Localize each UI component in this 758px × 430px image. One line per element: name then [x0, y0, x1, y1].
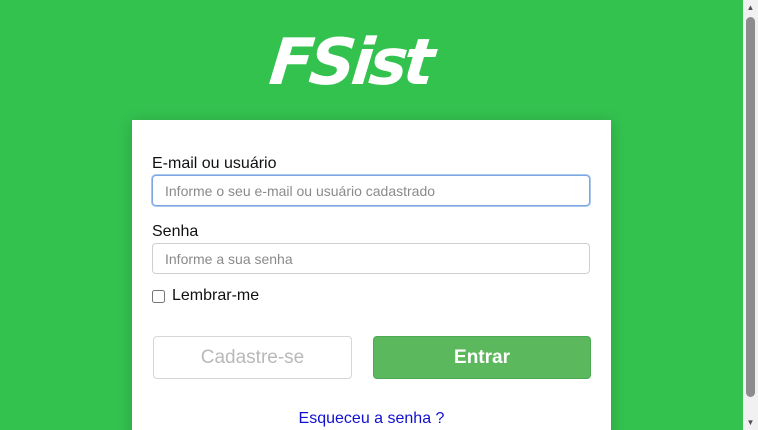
forgot-password-link[interactable]: Esqueceu a senha ? [132, 410, 611, 428]
password-label: Senha [152, 223, 199, 240]
fsist-logo: FSist [266, 26, 435, 100]
remember-label: Lembrar-me [172, 287, 260, 304]
email-label: E-mail ou usuário [152, 155, 277, 172]
triangle-down-icon[interactable]: ▼ [743, 415, 758, 430]
remember-me[interactable]: Lembrar-me [152, 287, 259, 305]
scrollbar-thumb[interactable] [746, 17, 755, 397]
login-button[interactable]: Entrar [373, 336, 591, 379]
remember-checkbox[interactable] [152, 289, 165, 303]
register-button[interactable]: Cadastre-se [153, 336, 352, 379]
login-card: E-mail ou usuário Senha Lembrar-me Cadas… [132, 120, 611, 430]
email-input[interactable] [152, 175, 590, 206]
vertical-scrollbar[interactable]: ▲ ▼ [743, 0, 758, 430]
triangle-up-icon[interactable]: ▲ [743, 0, 758, 15]
password-input[interactable] [152, 243, 590, 274]
